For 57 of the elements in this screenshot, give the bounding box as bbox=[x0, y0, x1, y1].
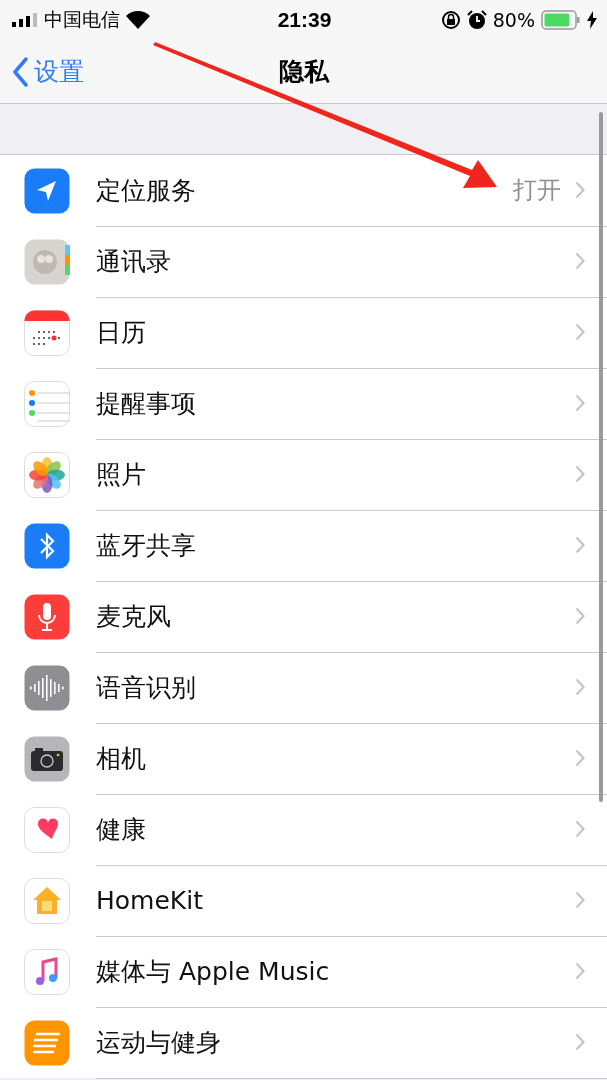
battery-icon bbox=[541, 10, 581, 30]
privacy-row[interactable]: 健康 bbox=[0, 794, 607, 865]
row-label: 蓝牙共享 bbox=[96, 529, 197, 562]
chevron-icon bbox=[575, 607, 585, 625]
house-icon bbox=[24, 877, 70, 924]
page-title: 隐私 bbox=[278, 56, 329, 88]
privacy-row[interactable]: 照片 bbox=[0, 439, 607, 510]
privacy-row[interactable]: 运动与健身 bbox=[0, 1007, 607, 1078]
chevron-icon bbox=[575, 181, 585, 199]
clock-time: 21:39 bbox=[277, 8, 332, 32]
chevron-icon bbox=[575, 536, 585, 554]
row-label: 运动与健身 bbox=[96, 1026, 222, 1059]
bluetooth-icon bbox=[24, 522, 70, 569]
chevron-icon bbox=[575, 323, 585, 341]
row-value: 打开 bbox=[513, 175, 561, 206]
row-label: 照片 bbox=[96, 458, 147, 491]
privacy-row[interactable]: 媒体与 Apple Music bbox=[0, 936, 607, 1007]
music-note-icon bbox=[24, 948, 70, 995]
back-chevron-icon bbox=[12, 56, 28, 87]
back-button[interactable]: 设置 bbox=[0, 55, 84, 88]
row-label: 健康 bbox=[96, 813, 147, 846]
chevron-icon bbox=[575, 962, 585, 980]
battery-percent: 80% bbox=[492, 9, 535, 31]
list-icon bbox=[24, 380, 70, 427]
row-label: 通讯录 bbox=[96, 245, 172, 278]
alarm-icon bbox=[466, 10, 487, 30]
row-label: 语音识别 bbox=[96, 671, 197, 704]
chevron-icon bbox=[575, 678, 585, 696]
chevron-icon bbox=[575, 1033, 585, 1051]
row-label: 定位服务 bbox=[96, 174, 197, 207]
chevron-icon bbox=[575, 465, 585, 483]
row-label: 麦克风 bbox=[96, 600, 172, 633]
row-label: HomeKit bbox=[96, 885, 204, 915]
charging-icon bbox=[587, 11, 597, 29]
waveform-icon bbox=[24, 664, 70, 711]
calendar-icon bbox=[24, 309, 70, 356]
microphone-icon bbox=[24, 593, 70, 640]
carrier-name: 中国电信 bbox=[44, 7, 120, 32]
chevron-icon bbox=[575, 891, 585, 909]
contacts-book-icon bbox=[24, 238, 70, 285]
signal-icon bbox=[12, 13, 38, 27]
rotation-lock-icon bbox=[440, 10, 461, 30]
privacy-row[interactable]: 提醒事项 bbox=[0, 368, 607, 439]
chevron-icon bbox=[575, 820, 585, 838]
row-label: 日历 bbox=[96, 316, 147, 349]
wifi-icon bbox=[126, 11, 150, 29]
row-label: 相机 bbox=[96, 742, 147, 775]
privacy-row[interactable]: 日历 bbox=[0, 297, 607, 368]
stripes-icon bbox=[24, 1019, 70, 1066]
row-label: 媒体与 Apple Music bbox=[96, 955, 331, 988]
chevron-icon bbox=[575, 394, 585, 412]
flower-icon bbox=[24, 451, 70, 498]
chevron-icon bbox=[575, 252, 585, 270]
chevron-icon bbox=[575, 749, 585, 767]
row-label: 提醒事项 bbox=[96, 387, 197, 420]
privacy-row[interactable]: HomeKit bbox=[0, 865, 607, 936]
camera-icon bbox=[24, 735, 70, 782]
